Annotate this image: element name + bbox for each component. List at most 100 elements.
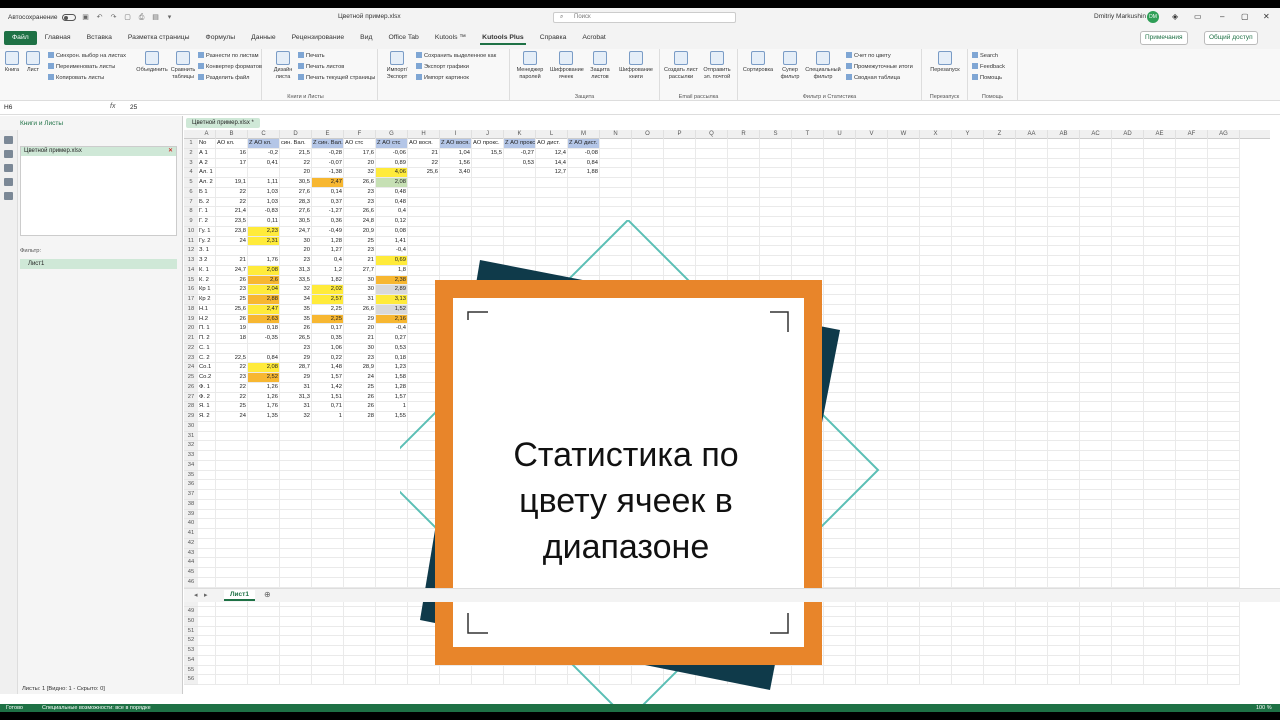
cell[interactable] (440, 314, 472, 325)
cell[interactable] (760, 675, 792, 685)
cell[interactable] (1208, 655, 1240, 666)
cell[interactable] (792, 382, 824, 393)
cell[interactable] (198, 665, 216, 676)
column-header[interactable]: AD (1112, 130, 1144, 139)
cell[interactable] (952, 558, 984, 568)
column-header[interactable]: AF (1176, 130, 1208, 139)
cell[interactable] (408, 607, 440, 617)
cell[interactable] (280, 616, 312, 627)
cell[interactable] (1144, 616, 1176, 627)
cell[interactable] (856, 295, 888, 305)
cell[interactable] (632, 139, 664, 149)
cell[interactable] (824, 451, 856, 461)
cell[interactable]: 1,27 (312, 246, 344, 256)
column-header[interactable]: AC (1080, 130, 1112, 139)
cell[interactable] (728, 636, 760, 646)
cell[interactable] (1208, 499, 1240, 510)
cell[interactable] (504, 626, 536, 637)
find-icon[interactable] (4, 192, 13, 200)
column-header[interactable]: R (728, 130, 760, 139)
cell[interactable] (536, 187, 568, 198)
cell[interactable] (1144, 655, 1176, 666)
cell[interactable] (1048, 353, 1080, 364)
cell[interactable] (920, 295, 952, 305)
cell[interactable] (248, 558, 280, 568)
cell[interactable] (1112, 655, 1144, 666)
add-sheet-icon[interactable]: ⊕ (264, 590, 271, 599)
cell[interactable]: 31 (280, 402, 312, 412)
cell[interactable] (1208, 441, 1240, 451)
cell[interactable] (472, 421, 504, 432)
cell[interactable]: 12,4 (536, 148, 568, 159)
cell[interactable] (856, 558, 888, 568)
cell[interactable] (1080, 470, 1112, 481)
cell[interactable] (664, 285, 696, 295)
cell[interactable] (408, 519, 440, 529)
cell[interactable] (1144, 334, 1176, 344)
cell[interactable] (440, 665, 472, 676)
cell[interactable] (568, 187, 600, 198)
cell[interactable] (1144, 490, 1176, 500)
cell[interactable] (856, 470, 888, 481)
cell[interactable]: 4,06 (376, 168, 408, 178)
cell[interactable] (984, 558, 1016, 568)
cell[interactable] (792, 285, 824, 295)
cell[interactable] (600, 226, 632, 237)
cell[interactable]: 1 (376, 402, 408, 412)
cell[interactable] (1144, 646, 1176, 656)
cell[interactable] (1208, 246, 1240, 256)
row-header[interactable]: 12 (184, 246, 198, 256)
cell[interactable] (696, 343, 728, 354)
cell[interactable]: 1,57 (376, 392, 408, 403)
row-header[interactable]: 7 (184, 197, 198, 208)
cell[interactable] (504, 304, 536, 315)
cell[interactable]: 31 (280, 382, 312, 393)
cell[interactable] (1144, 265, 1176, 276)
cell[interactable] (472, 217, 504, 227)
new-file-icon[interactable]: ▢ (124, 14, 132, 22)
cell[interactable]: 2,31 (248, 236, 280, 247)
cell[interactable] (536, 275, 568, 286)
cell[interactable] (408, 509, 440, 520)
cell[interactable] (1048, 343, 1080, 354)
cell[interactable] (280, 636, 312, 646)
cell[interactable] (760, 636, 792, 646)
cell[interactable] (856, 412, 888, 422)
cell[interactable] (952, 490, 984, 500)
cell[interactable] (472, 324, 504, 334)
cell[interactable] (568, 412, 600, 422)
row-header[interactable]: 38 (184, 499, 198, 510)
cell[interactable] (1208, 382, 1240, 393)
ribbon-btn-encrypt-book[interactable]: Шифрование книги (618, 51, 654, 81)
row-header[interactable]: 49 (184, 607, 198, 617)
cell[interactable] (1080, 246, 1112, 256)
cell[interactable] (952, 324, 984, 334)
cell[interactable] (440, 217, 472, 227)
cell[interactable] (952, 655, 984, 666)
cell[interactable] (1016, 441, 1048, 451)
cell[interactable] (504, 607, 536, 617)
cell[interactable] (952, 353, 984, 364)
cell[interactable] (1016, 665, 1048, 676)
cell[interactable]: Б. 2 (198, 197, 216, 208)
cell[interactable] (664, 148, 696, 159)
cell[interactable] (664, 392, 696, 403)
cell[interactable] (1080, 139, 1112, 149)
cell[interactable] (632, 334, 664, 344)
cell[interactable] (408, 178, 440, 188)
cell[interactable] (696, 616, 728, 627)
cell[interactable]: 0,11 (248, 217, 280, 227)
cell[interactable] (280, 577, 312, 588)
row-header[interactable]: 20 (184, 324, 198, 334)
cell[interactable] (952, 246, 984, 256)
cell[interactable] (824, 626, 856, 637)
cell[interactable] (984, 412, 1016, 422)
cell[interactable] (984, 207, 1016, 217)
cell[interactable] (1080, 451, 1112, 461)
row-header[interactable]: 45 (184, 568, 198, 578)
cell[interactable] (1080, 421, 1112, 432)
cell[interactable] (1208, 519, 1240, 529)
cell[interactable] (888, 451, 920, 461)
fx-icon[interactable]: fx (110, 103, 115, 110)
cell[interactable]: 2,52 (248, 373, 280, 383)
